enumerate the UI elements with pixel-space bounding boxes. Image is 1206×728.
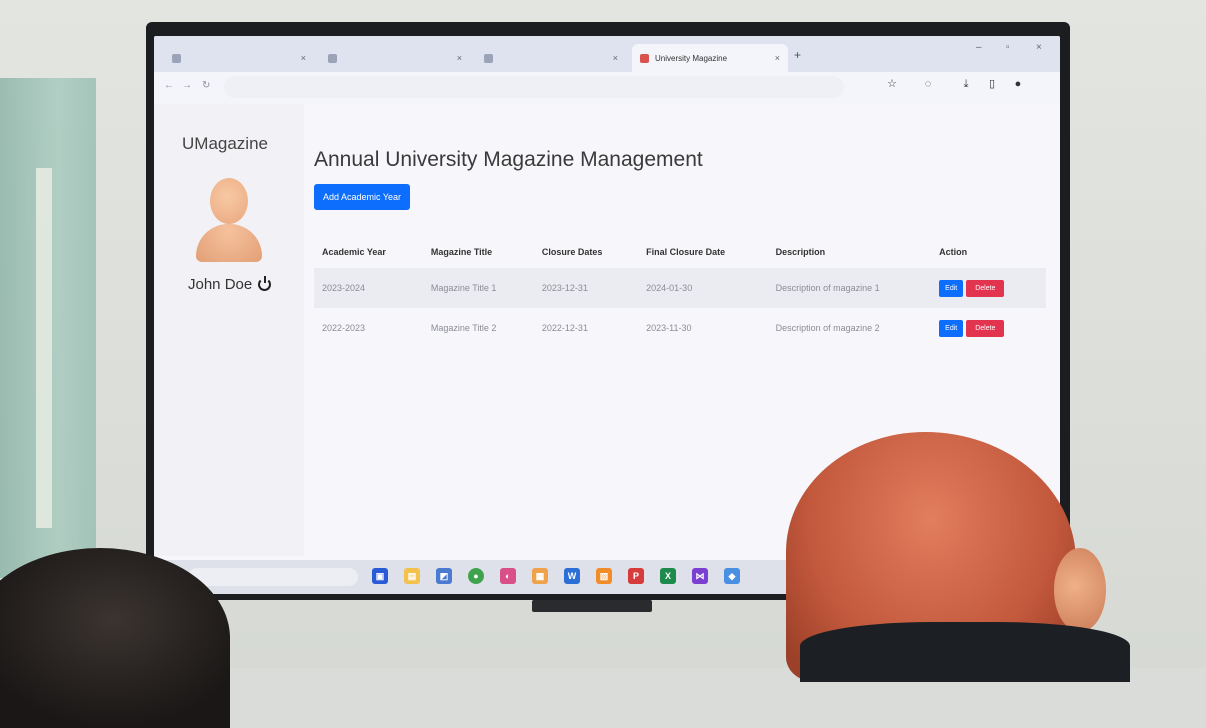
forward-icon[interactable]: → — [182, 80, 192, 91]
column-header: Action — [939, 247, 968, 257]
column-header: Academic Year — [322, 247, 386, 257]
edit-button[interactable]: Edit — [939, 319, 964, 337]
table-row: 2022-2023 Magazine Title 2 2022-12-31 20… — [314, 308, 1046, 348]
tab-label: University Magazine — [655, 53, 728, 63]
sidebar-icon[interactable]: ▯ — [984, 76, 1000, 92]
avatar-body — [196, 224, 262, 262]
cell-final-closure-date: 2023-11-30 — [646, 323, 692, 333]
tab-favicon-icon — [172, 53, 181, 63]
magazine-table: Academic Year Magazine Title Closure Dat… — [314, 236, 1046, 348]
sidebar: UMagazine John Doe — [154, 104, 304, 556]
power-icon[interactable] — [258, 276, 272, 291]
audience-ear — [1054, 548, 1106, 632]
browser-tab[interactable]: × — [476, 44, 626, 72]
excel-icon[interactable]: X — [660, 568, 676, 584]
cell-magazine-title: Magazine Title 2 — [430, 323, 497, 333]
glass-door — [0, 78, 96, 578]
tab-favicon-icon — [640, 53, 649, 63]
browser-tab-strip: × × × University Magazine × + – ▫ × — [154, 36, 1060, 72]
add-academic-year-button[interactable]: Add Academic Year — [314, 184, 411, 210]
cell-magazine-title: Magazine Title 1 — [422, 268, 534, 308]
cell-actions: Edit Delete — [931, 308, 1046, 348]
word-icon[interactable]: W — [564, 568, 580, 584]
delete-button[interactable]: Delete — [966, 319, 1005, 337]
cell-academic-year: 2023-2024 — [314, 268, 423, 308]
powerpoint-icon[interactable]: P — [628, 568, 644, 584]
cell-final-closure-date: 2024-01-30 — [638, 268, 768, 308]
tab-close-icon[interactable]: × — [775, 53, 780, 63]
user-row: John Doe — [188, 276, 272, 293]
table-row: 2023-2024 Magazine Title 1 2023-12-31 20… — [314, 268, 1046, 308]
tab-close-icon[interactable]: × — [301, 53, 306, 63]
user-name: John Doe — [188, 276, 253, 293]
star-icon[interactable]: ☆ — [884, 76, 900, 92]
column-header: Description — [775, 247, 826, 257]
avatar-head — [210, 178, 248, 224]
door-frame — [36, 168, 52, 528]
column-header: Closure Dates — [541, 247, 603, 257]
maximize-icon[interactable]: ▫ — [1006, 42, 1010, 53]
minimize-icon[interactable]: – — [976, 42, 982, 53]
photos-icon[interactable]: ◩ — [436, 568, 452, 584]
visual-studio-icon[interactable]: ⋈ — [692, 568, 708, 584]
tab-favicon-icon — [484, 53, 493, 63]
tab-close-icon[interactable]: × — [457, 53, 462, 63]
column-header: Magazine Title — [430, 247, 493, 257]
task-view-icon[interactable]: ▣ — [372, 568, 388, 584]
reload-icon[interactable]: ↻ — [202, 80, 210, 91]
cell-closure-date: 2022-12-31 — [541, 323, 588, 333]
browser-tab-active[interactable]: University Magazine × — [632, 44, 788, 72]
cell-description: Description of magazine 1 — [767, 268, 932, 308]
audience-shoulder — [800, 622, 1130, 682]
notes-app-icon[interactable]: ▧ — [596, 568, 612, 584]
app-icon[interactable]: ◆ — [724, 568, 740, 584]
browser-tab[interactable]: × — [164, 44, 314, 72]
delete-button[interactable]: Delete — [966, 279, 1005, 297]
download-icon[interactable]: ⤓ — [958, 76, 974, 92]
brand-logo[interactable]: UMagazine — [182, 134, 268, 154]
chrome-icon[interactable]: ● — [468, 568, 484, 584]
browser-app-icon[interactable]: ◐ — [500, 568, 516, 584]
cell-description: Description of magazine 2 — [775, 323, 880, 333]
column-header: Final Closure Date — [646, 247, 726, 257]
edit-button[interactable]: Edit — [939, 279, 964, 297]
table-header-row: Academic Year Magazine Title Closure Dat… — [314, 236, 1046, 268]
browser-tab[interactable]: × — [320, 44, 470, 72]
page-title: Annual University Magazine Management — [314, 148, 703, 171]
cell-actions: Edit Delete — [931, 268, 1046, 308]
tab-close-icon[interactable]: × — [613, 53, 618, 63]
tab-favicon-icon — [328, 53, 337, 63]
cell-academic-year: 2022-2023 — [322, 323, 366, 333]
extensions-icon[interactable]: ◌ — [920, 76, 936, 92]
folder-app-icon[interactable]: ▦ — [532, 568, 548, 584]
cell-closure-date: 2023-12-31 — [533, 268, 639, 308]
new-tab-button[interactable]: + — [794, 48, 801, 62]
file-explorer-icon[interactable]: ▤ — [404, 568, 420, 584]
avatar — [196, 178, 262, 262]
back-icon[interactable]: ← — [164, 80, 174, 91]
profile-icon[interactable]: ● — [1010, 76, 1026, 92]
monitor-stand — [532, 600, 652, 612]
close-window-icon[interactable]: × — [1036, 42, 1042, 53]
taskbar-search-input[interactable] — [188, 568, 358, 586]
address-bar[interactable] — [224, 76, 844, 98]
